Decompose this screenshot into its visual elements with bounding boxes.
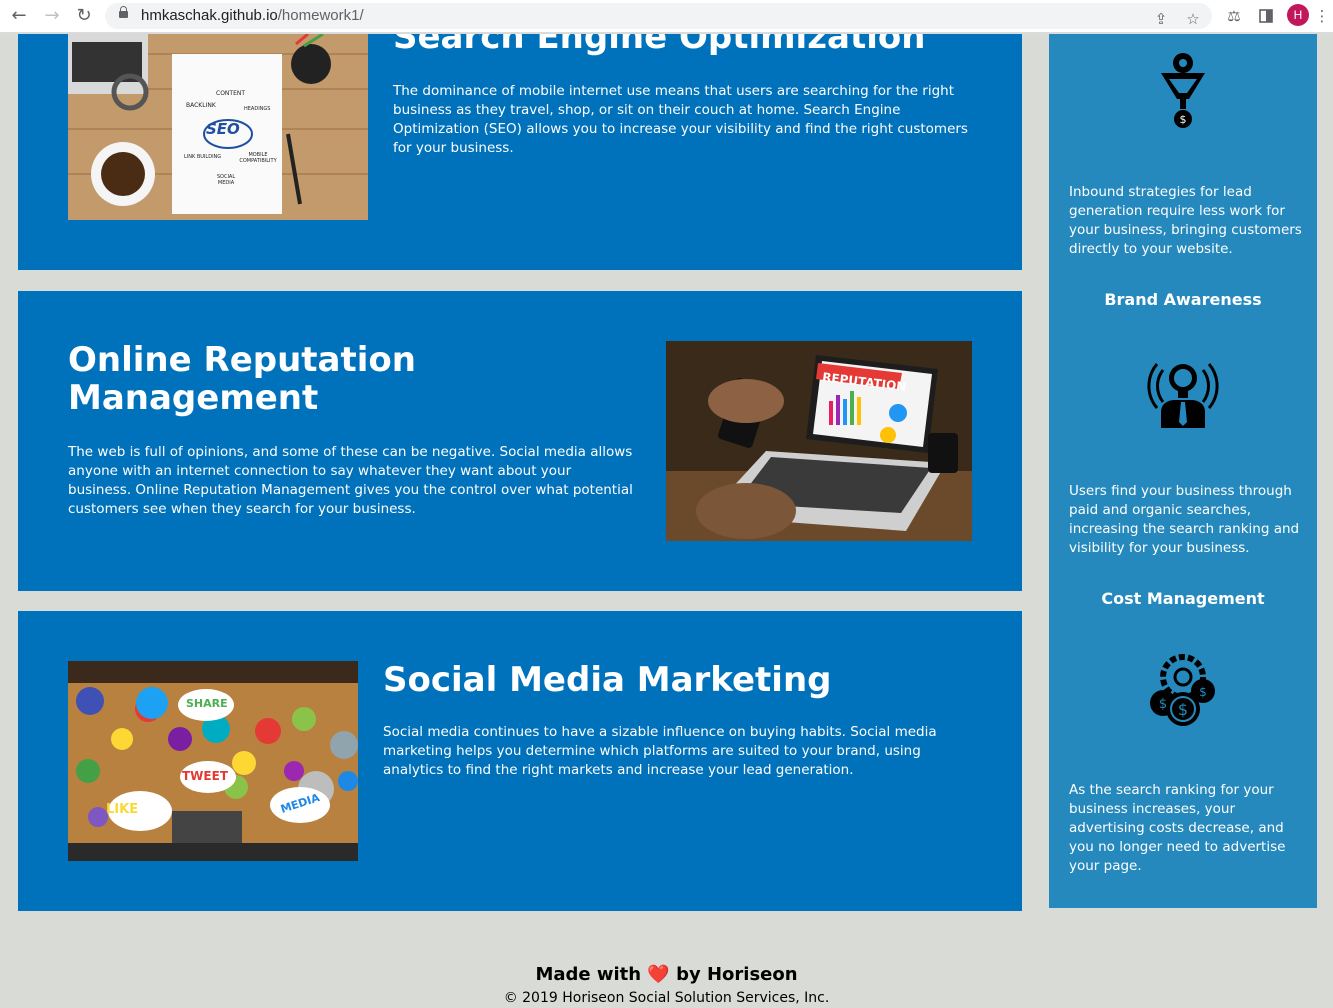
sidepanel-icon[interactable] (1255, 5, 1277, 27)
svg-text:$: $ (1180, 113, 1187, 126)
url-text[interactable]: hmkaschak.github.io/homework1/ (141, 7, 364, 24)
cost-management-icon: $ $ $ (1150, 654, 1215, 726)
social-media-title: Social Media Marketing (383, 660, 832, 700)
seo-text: The dominance of mobile internet use mea… (393, 83, 968, 156)
svg-text:$: $ (1159, 697, 1167, 712)
reputation-image: REPUTATION (666, 341, 972, 541)
back-arrow-icon[interactable]: ← (7, 5, 31, 27)
seo-card: SEO CONTENT BACKLINK HEADINGS LINK BUILD… (18, 34, 1022, 270)
seo-image-backlink-label: BACKLINK (186, 102, 216, 109)
lead-funnel-icon: $ (1161, 53, 1205, 128)
cost-management-text: As the search ranking for your business … (1069, 782, 1286, 874)
page-content: SEO CONTENT BACKLINK HEADINGS LINK BUILD… (0, 34, 1333, 1008)
lock-icon[interactable] (119, 6, 128, 18)
svg-text:$: $ (1199, 685, 1207, 699)
reputation-text: The web is full of opinions, and some of… (68, 444, 633, 517)
share-icon[interactable]: ⇪ (1150, 8, 1172, 30)
extensions-flask-icon[interactable]: ⚖ (1223, 5, 1245, 27)
browser-toolbar: ← → ↻ hmkaschak.github.io/homework1/ ⇪ ☆… (0, 0, 1333, 33)
address-bar[interactable]: hmkaschak.github.io/homework1/ ⇪ ☆ (105, 3, 1212, 29)
brand-awareness-text: Users find your business through paid an… (1069, 483, 1300, 556)
svg-text:$: $ (1178, 700, 1188, 719)
seo-image-headings-label: HEADINGS (244, 106, 271, 112)
seo-title: Search Engine Optimization (393, 34, 926, 57)
seo-image-social-label: SOCIAL MEDIA (216, 174, 236, 186)
seo-image-mobile-label: MOBILE COMPATIBILITY (239, 152, 277, 164)
heart-icon: ❤️ (647, 964, 670, 985)
brand-awareness-title: Brand Awareness (1104, 290, 1262, 309)
benefits-sidebar: $ Inbound strategies for lead generation… (1049, 34, 1317, 908)
footer-by-text: by Horiseon (676, 964, 798, 985)
reputation-title: Online Reputation Management (68, 340, 416, 419)
profile-avatar[interactable]: H (1287, 4, 1309, 26)
footer-made-with: Made with ❤️ by Horiseon (0, 964, 1333, 985)
bookmark-star-icon[interactable]: ☆ (1182, 8, 1204, 30)
forward-arrow-icon[interactable]: → (40, 5, 64, 27)
social-media-card: SHARE TWEET LIKE MEDIA Social Media Mark… (18, 611, 1022, 911)
menu-kebab-icon[interactable]: ⋮ (1311, 5, 1333, 27)
like-bubble-label: LIKE (106, 802, 139, 817)
brand-awareness-icon (1147, 363, 1219, 428)
reload-icon[interactable]: ↻ (72, 5, 96, 27)
footer-copyright: © 2019 Horiseon Social Solution Services… (503, 990, 830, 1006)
social-media-image: SHARE TWEET LIKE MEDIA (68, 661, 358, 861)
seo-image-label: SEO (206, 120, 240, 138)
cost-management-title: Cost Management (1101, 589, 1265, 608)
seo-image-content-label: CONTENT (216, 90, 246, 97)
tweet-bubble-label: TWEET (182, 769, 229, 783)
seo-image: SEO CONTENT BACKLINK HEADINGS LINK BUILD… (68, 34, 368, 220)
social-media-text: Social media continues to have a sizable… (383, 724, 937, 778)
reputation-card: Online Reputation Management The web is … (18, 291, 1022, 591)
lead-generation-text: Inbound strategies for lead generation r… (1069, 184, 1302, 257)
share-bubble-label: SHARE (186, 697, 228, 710)
seo-image-linkbuilding-label: LINK BUILDING (184, 154, 222, 160)
footer-made-with-text: Made with (535, 964, 642, 985)
